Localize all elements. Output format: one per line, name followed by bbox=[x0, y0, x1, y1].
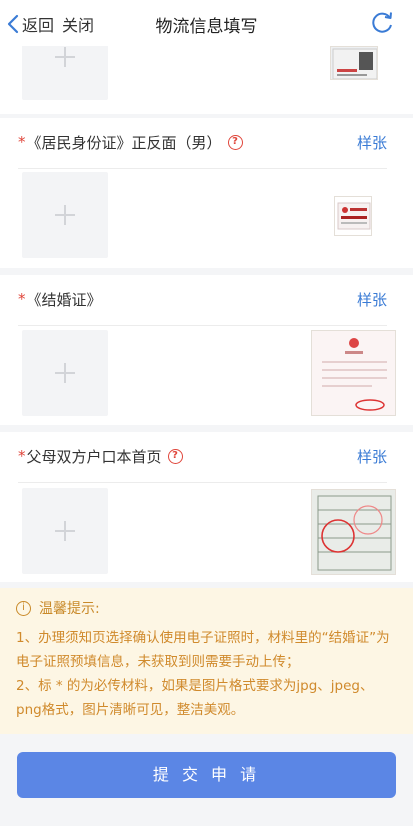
sample-thumbnail[interactable] bbox=[311, 330, 396, 416]
divider bbox=[18, 168, 387, 169]
refresh-icon[interactable] bbox=[369, 10, 395, 36]
upload-slot[interactable] bbox=[22, 172, 108, 258]
tip-line-2: 2、标 * 的为必传材料，如果是图片格式要求为jpg、jpeg、png格式，图片… bbox=[16, 678, 374, 718]
section-label: 《居民身份证》正反面（男） bbox=[26, 133, 222, 152]
required-mark: * bbox=[18, 290, 26, 308]
submit-button[interactable]: 提 交 申 请 bbox=[17, 752, 396, 798]
household-register-sample-image bbox=[317, 495, 392, 571]
sample-link[interactable]: 样张 bbox=[357, 446, 387, 467]
sample-link[interactable]: 样张 bbox=[357, 132, 387, 153]
previous-section-card bbox=[0, 14, 413, 114]
upload-slot[interactable] bbox=[22, 488, 108, 574]
id-card-sample-image bbox=[332, 48, 377, 79]
tip-line-1: 1、办理须知页选择确认使用电子证照时，材料里的“结婚证”为电子证照预填信息，未获… bbox=[16, 630, 390, 670]
sample-thumbnail[interactable] bbox=[311, 489, 396, 575]
id-card-section: * 《居民身份证》正反面（男） ? 样张 bbox=[0, 118, 413, 268]
section-label: 父母双方户口本首页 bbox=[26, 447, 162, 466]
marriage-certificate-sample-image bbox=[322, 338, 387, 411]
id-card-sample-image bbox=[337, 202, 371, 230]
tips-title: 温馨提示: bbox=[39, 601, 100, 617]
page-title: 物流信息填写 bbox=[155, 17, 258, 37]
divider bbox=[18, 482, 387, 483]
tips-panel: i 温馨提示: 1、办理须知页选择确认使用电子证照时，材料里的“结婚证”为电子证… bbox=[0, 588, 413, 734]
sample-thumbnail[interactable] bbox=[330, 46, 378, 80]
sample-thumbnail[interactable] bbox=[334, 196, 372, 236]
sample-link[interactable]: 样张 bbox=[357, 289, 387, 310]
info-icon: i bbox=[16, 600, 31, 616]
section-label: 《结婚证》 bbox=[26, 290, 102, 309]
upload-slot[interactable] bbox=[22, 330, 108, 416]
required-mark: * bbox=[18, 447, 26, 465]
marriage-certificate-section: * 《结婚证》 样张 bbox=[0, 275, 413, 425]
help-icon[interactable]: ? bbox=[227, 134, 243, 150]
divider bbox=[18, 325, 387, 326]
household-register-section: * 父母双方户口本首页 ? 样张 bbox=[0, 432, 413, 582]
nav-bar: 返回 关闭 物流信息填写 bbox=[0, 0, 413, 46]
help-icon[interactable]: ? bbox=[167, 448, 183, 464]
required-mark: * bbox=[18, 133, 26, 151]
